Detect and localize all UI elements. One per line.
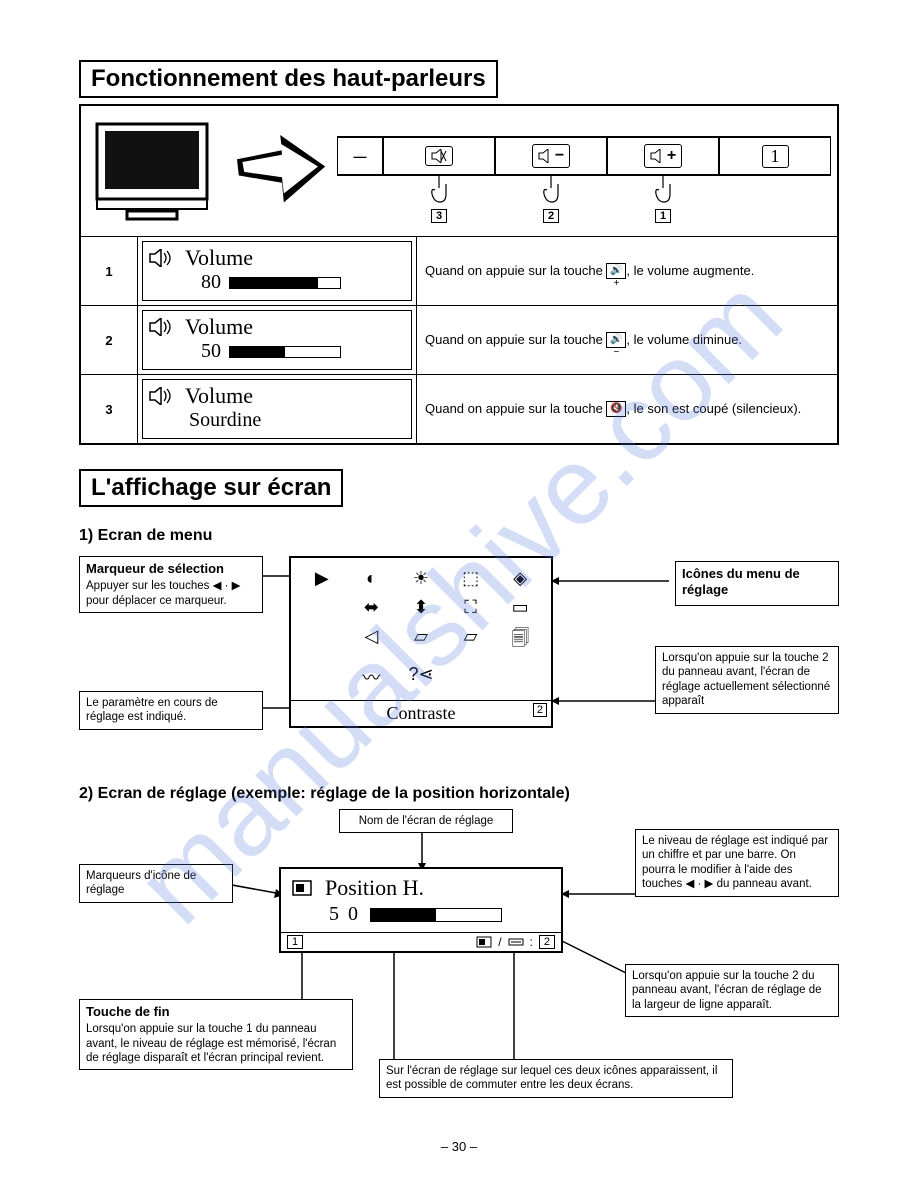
speaker-sound-icon xyxy=(149,318,175,336)
row-number: 1 xyxy=(80,237,138,306)
menu-diagram: Marqueur de sélection Appuyer sur les to… xyxy=(79,551,839,771)
vol-down-inline-icon: 🔊− xyxy=(606,332,626,348)
volume-down-button[interactable]: − xyxy=(532,144,570,168)
osd-menu-panel: ▶ ◐ ☀ ⬚ ◈ ⬌ ⬍ ⛶ ▭ ◁ ▱ ▱ 🗐 〰 ?⋖ xyxy=(289,556,553,728)
speaker-icon xyxy=(650,149,664,163)
subsection1-title: 1) Ecran de menu xyxy=(79,527,839,545)
selection-marker-icon: ▶ xyxy=(303,568,341,589)
description: Quand on appuie sur la touche 🔇, le son … xyxy=(417,375,839,445)
menu-current-label: Contraste 2 xyxy=(291,700,551,726)
hsize-icon: ⬌ xyxy=(353,597,391,618)
corner-number-2: 2 xyxy=(533,703,547,717)
row-number: 3 xyxy=(80,375,138,445)
speaker-sound-icon xyxy=(149,387,175,405)
speaker-sound-icon xyxy=(149,249,175,267)
vol-up-inline-icon: 🔊+ xyxy=(606,263,626,279)
parallel-icon: ▱ xyxy=(452,626,490,656)
pincushion-icon: ◁ xyxy=(353,626,391,656)
switch-icons: / : 2 xyxy=(476,935,555,949)
hand-icon xyxy=(540,174,562,204)
geom-icon: ▭ xyxy=(501,597,539,618)
speaker-icon xyxy=(538,149,552,163)
callout-end-key: Touche de fin Lorsqu'on appuie sur la to… xyxy=(79,999,353,1070)
trap-icon: ▱ xyxy=(402,626,440,656)
contrast-icon: ◐ xyxy=(353,568,391,589)
section1-title: Fonctionnement des haut-parleurs xyxy=(79,60,498,98)
description: Quand on appuie sur la touche 🔊+, le vol… xyxy=(417,237,839,306)
illustration-row: — 3 − 2 xyxy=(80,105,838,237)
end-key-1: 1 xyxy=(287,935,303,949)
table-row: 2 Volume 50 Quand on appuie sur la touch… xyxy=(80,306,838,375)
mute-inline-icon: 🔇 xyxy=(606,401,626,417)
description: Quand on appuie sur la touche 🔊−, le vol… xyxy=(417,306,839,375)
osd-volume-display: Volume 80 xyxy=(142,241,412,301)
vpos-icon: ◈ xyxy=(501,568,539,589)
front-panel-buttons: — 3 − 2 xyxy=(337,136,831,176)
table-row: 3 Volume Sourdine Quand on appuie sur la… xyxy=(80,375,838,445)
table-row: 1 Volume 80 Quand on appuie sur la touch… xyxy=(80,237,838,306)
key-2: 2 xyxy=(539,935,555,949)
osd-adjust-panel: Position H. 5 0 1 / : 2 xyxy=(279,867,563,953)
callout-menu-icons: Icônes du menu de réglage xyxy=(675,561,839,606)
hand-icon xyxy=(428,174,450,204)
adjust-diagram: Nom de l'écran de réglage Marqueurs d'ic… xyxy=(79,809,839,1119)
volume-up-button[interactable]: + xyxy=(644,144,682,168)
callout-press-2b: Lorsqu'on appuie sur la touche 2 du pann… xyxy=(625,964,839,1017)
callout-switch: Sur l'écran de réglage sur lequel ces de… xyxy=(379,1059,733,1098)
zoom-icon: ⛶ xyxy=(452,597,490,618)
section2-title: L'affichage sur écran xyxy=(79,469,343,507)
hpos-icon: ⬚ xyxy=(452,568,490,589)
speaker-mute-icon xyxy=(431,149,447,163)
brightness-icon: ☀ xyxy=(402,568,440,589)
subsection2-title: 2) Ecran de réglage (exemple: réglage de… xyxy=(79,785,839,803)
lang-icon: ?⋖ xyxy=(402,664,440,690)
callout-press-2: Lorsqu'on appuie sur la touche 2 du pann… xyxy=(655,646,839,714)
callout-screen-name: Nom de l'écran de réglage xyxy=(339,809,513,833)
vsize-icon: ⬍ xyxy=(402,597,440,618)
monitor-icon xyxy=(87,116,227,226)
hand-icon xyxy=(652,174,674,204)
hpos-icon xyxy=(291,879,313,897)
callout-selection-marker: Marqueur de sélection Appuyer sur les to… xyxy=(79,556,263,613)
recall-icon: 🗐 xyxy=(501,626,539,656)
osd-volume-display: Volume Sourdine xyxy=(142,379,412,439)
osd-volume-display: Volume 50 xyxy=(142,310,412,370)
arrow-icon xyxy=(237,126,327,216)
degauss-icon: 〰 xyxy=(353,664,391,690)
callout-icon-markers: Marqueurs d'icône de réglage xyxy=(79,864,233,903)
callout-current-param: Le paramètre en cours de réglage est ind… xyxy=(79,691,263,730)
speaker-table: — 3 − 2 xyxy=(79,104,839,445)
mute-button[interactable] xyxy=(425,146,453,166)
one-button[interactable]: 1 xyxy=(762,145,789,168)
page-number: – 30 – xyxy=(79,1139,839,1154)
row-number: 2 xyxy=(80,306,138,375)
callout-level: Le niveau de réglage est indiqué par un … xyxy=(635,829,839,897)
